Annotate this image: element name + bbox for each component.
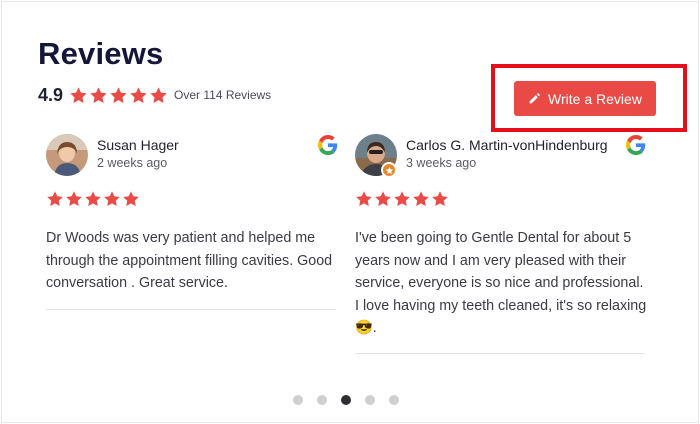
review-stars	[355, 190, 449, 208]
star-icon	[84, 190, 102, 208]
reviews-title: Reviews	[38, 36, 164, 71]
star-icon	[149, 86, 168, 105]
average-rating: 4.9	[38, 84, 64, 105]
review-time: 3 weeks ago	[406, 156, 477, 170]
review-count: Over 114 Reviews	[174, 88, 272, 102]
summary-stars	[69, 86, 168, 105]
avatar	[46, 134, 88, 176]
review-text: Dr Woods was very patient and helped me …	[46, 230, 333, 291]
review-text: I've been going to Gentle Dental for abo…	[355, 230, 647, 336]
review-stars	[46, 190, 140, 208]
rating-summary: 4.9 Over 114 Reviews	[38, 84, 271, 106]
star-icon	[374, 190, 392, 208]
star-icon	[355, 190, 373, 208]
google-logo-icon	[318, 135, 338, 155]
star-icon	[431, 190, 449, 208]
star-icon	[103, 190, 121, 208]
review-time: 2 weeks ago	[97, 156, 168, 170]
local-guide-star-icon	[381, 162, 397, 178]
pagination-dot[interactable]	[317, 395, 327, 405]
pagination-dot[interactable]	[389, 395, 399, 405]
write-review-button[interactable]: Write a Review	[514, 81, 656, 116]
star-icon	[46, 190, 64, 208]
carousel-pagination	[293, 395, 399, 405]
reviews-widget: Reviews 4.9 Over 114 Reviews Write a Rev…	[1, 1, 699, 423]
pagination-dot[interactable]	[293, 395, 303, 405]
reviewer-name: Carlos G. Martin-vonHindenburg	[406, 137, 608, 153]
star-icon	[69, 86, 88, 105]
pencil-icon	[528, 92, 541, 105]
pagination-dot[interactable]	[341, 395, 351, 405]
divider	[355, 353, 645, 354]
star-icon	[129, 86, 148, 105]
pagination-dot[interactable]	[365, 395, 375, 405]
google-logo-icon	[626, 135, 646, 155]
star-icon	[65, 190, 83, 208]
star-icon	[109, 86, 128, 105]
write-review-label: Write a Review	[548, 90, 642, 107]
divider	[46, 309, 336, 310]
star-icon	[393, 190, 411, 208]
star-icon	[122, 190, 140, 208]
star-icon	[89, 86, 108, 105]
star-icon	[412, 190, 430, 208]
reviewer-name: Susan Hager	[97, 137, 179, 153]
